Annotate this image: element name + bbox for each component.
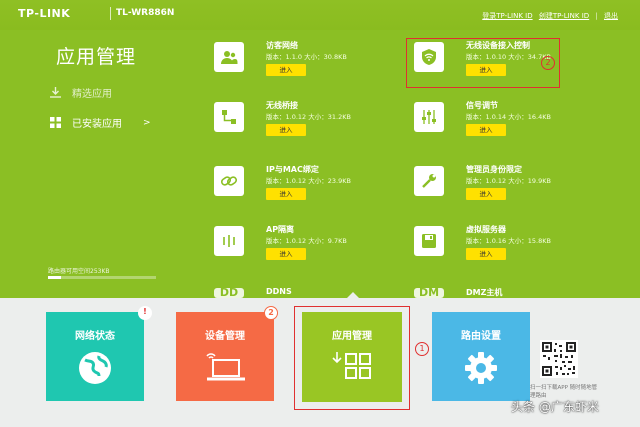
tile-badge-alert: ! [138, 306, 152, 320]
app-meta: 版本：1.0.12 大小：19.9KB [466, 177, 551, 185]
server-icon [414, 226, 444, 256]
sidebar: 应用管理 精选应用 已安装应用 > 路由器可用空间253KB [0, 30, 175, 290]
create-tplink-id-link[interactable]: 创建TP-LINK ID [539, 12, 589, 20]
qr-code-image [540, 340, 578, 378]
enter-button[interactable]: 进入 [266, 64, 306, 76]
brand-logo: TP-LINK [18, 7, 71, 20]
isolation-icon [214, 226, 244, 256]
sidebar-item-label: 精选应用 [72, 88, 112, 100]
app-name: AP隔离 [266, 225, 295, 234]
tile-label: 网络状态 [75, 331, 115, 342]
enter-button[interactable]: 进入 [466, 248, 506, 260]
wrench-icon [414, 166, 444, 196]
link-icon [214, 166, 244, 196]
download-icon [48, 85, 62, 99]
tile-label: 路由设置 [461, 331, 501, 342]
sidebar-item-label: 已安装应用 [72, 118, 122, 130]
storage-fill [48, 276, 61, 279]
enter-button[interactable]: 进入 [266, 124, 306, 136]
sidebar-item-installed-apps[interactable]: 已安装应用 [48, 113, 122, 131]
app-card-ddns: DD DDNS [214, 284, 394, 298]
dmz-icon: DM [414, 287, 444, 298]
app-card-ap-isolation: AP隔离 版本：1.0.12 大小：9.7KB 进入 [214, 224, 394, 272]
app-meta: 版本：1.0.16 大小：15.8KB [466, 237, 551, 245]
app-name: 无线桥接 [266, 101, 298, 110]
globe-icon [46, 348, 144, 388]
app-meta: 版本：1.0.12 大小：9.7KB [266, 237, 347, 245]
enter-button[interactable]: 进入 [266, 248, 306, 260]
storage-bar [48, 276, 156, 279]
app-card-guest-network: 访客网络 版本：1.1.0 大小：30.8KB 进入 [214, 40, 394, 88]
tile-badge-count: 2 [264, 306, 278, 320]
enter-button[interactable]: 进入 [266, 188, 306, 200]
page-title: 应用管理 [56, 46, 137, 68]
app-name: IP与MAC绑定 [266, 165, 319, 174]
app-card-signal-tuning: 信号调节 版本：1.0.14 大小：16.4KB 进入 [414, 100, 594, 148]
app-card-virtual-server: 虚拟服务器 版本：1.0.16 大小：15.8KB 进入 [414, 224, 594, 272]
annotation-number-tile: 1 [415, 342, 429, 356]
chevron-right-icon: > [143, 118, 151, 128]
account-links: 登录TP-LINK ID 创建TP-LINK ID | 退出 [478, 11, 618, 21]
sidebar-item-featured-apps[interactable]: 精选应用 [48, 83, 112, 101]
tile-label: 设备管理 [205, 331, 245, 342]
annotation-box-tile [294, 306, 410, 410]
bridge-icon [214, 102, 244, 132]
app-name: DMZ主机 [466, 288, 503, 297]
tile-network-status[interactable]: 网络状态 ! [46, 306, 152, 401]
ddns-icon: DD [214, 287, 244, 298]
enter-button[interactable]: 进入 [466, 188, 506, 200]
app-card-wireless-bridge: 无线桥接 版本：1.0.12 大小：31.2KB 进入 [214, 100, 394, 148]
app-meta: 版本：1.0.12 大小：23.9KB [266, 177, 351, 185]
app-name: 管理员身份限定 [466, 165, 522, 174]
laptop-icon [176, 348, 274, 388]
app-meta: 版本：1.1.0 大小：30.8KB [266, 53, 347, 61]
grid-icon [48, 115, 62, 129]
app-name: 访客网络 [266, 41, 298, 50]
app-meta: 版本：1.0.12 大小：31.2KB [266, 113, 351, 121]
app-card-dmz-host: DM DMZ主机 [414, 284, 594, 298]
link-separator: | [595, 12, 598, 20]
storage-label: 路由器可用空间253KB [48, 268, 110, 275]
top-header: TP-LINK TL-WR886N 登录TP-LINK ID 创建TP-LINK… [0, 0, 640, 30]
annotation-number-app: 2 [541, 56, 555, 70]
guest-icon [214, 42, 244, 72]
annotation-box-app [406, 38, 560, 88]
active-pointer [347, 292, 359, 298]
logo-divider [110, 7, 111, 20]
app-name: 信号调节 [466, 101, 498, 110]
tile-router-settings[interactable]: 路由设置 [432, 312, 530, 401]
app-meta: 版本：1.0.14 大小：16.4KB [466, 113, 551, 121]
app-name: 虚拟服务器 [466, 225, 506, 234]
gear-icon [432, 348, 530, 388]
app-card-admin-restriction: 管理员身份限定 版本：1.0.12 大小：19.9KB 进入 [414, 164, 594, 212]
watermark-text: 头条 @广东虾米 [511, 400, 599, 414]
enter-button[interactable]: 进入 [466, 124, 506, 136]
app-card-ip-mac-binding: IP与MAC绑定 版本：1.0.12 大小：23.9KB 进入 [214, 164, 394, 212]
logout-link[interactable]: 退出 [604, 12, 618, 20]
model-name: TL-WR886N [116, 8, 175, 18]
app-name: DDNS [266, 287, 292, 296]
tile-device-management[interactable]: 设备管理 2 [176, 306, 278, 401]
sliders-icon [414, 102, 444, 132]
login-tplink-id-link[interactable]: 登录TP-LINK ID [482, 12, 532, 20]
